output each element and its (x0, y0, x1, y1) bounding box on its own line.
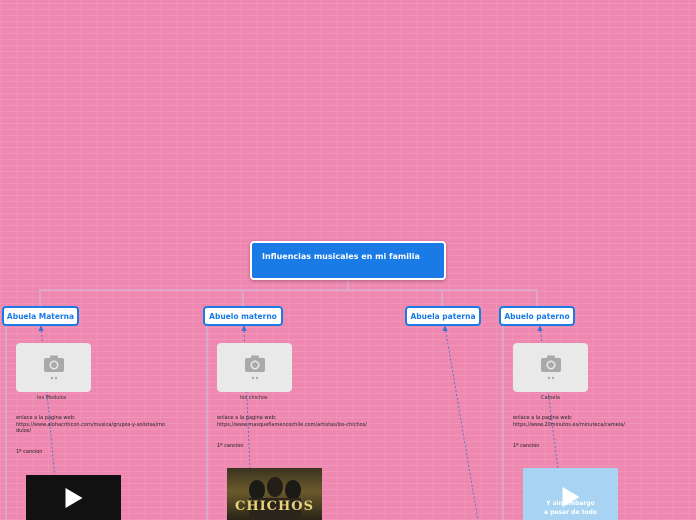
image-placeholder-camela[interactable] (513, 343, 588, 392)
topic-label: Abuelo paterno (504, 311, 570, 321)
topic-abuela-materna[interactable]: Abuela Materna (2, 306, 79, 326)
image-placeholder-modulos[interactable] (16, 343, 91, 392)
link-note: enlace a la pagina web: https://www.aloh… (16, 415, 166, 435)
link-url[interactable]: https://www.20minutos.es/minuteca/camela… (513, 422, 625, 429)
central-topic[interactable]: Influencias musicales en mi familia (250, 241, 446, 280)
topic-label: Abuelo materno (209, 311, 277, 321)
camera-icon (244, 355, 265, 379)
play-icon (562, 486, 579, 507)
topic-abuela-paterna[interactable]: Abuela paterna (405, 306, 481, 326)
image-caption: Camela (541, 395, 560, 401)
video-caption-line-2: a pesar de todo (543, 509, 598, 516)
video-thumbnail-modulos[interactable] (26, 475, 121, 520)
song-label: 1º cancion (513, 443, 540, 449)
album-cover-chichos[interactable]: CHICHOS (227, 468, 322, 520)
image-caption: los chichos (240, 395, 268, 401)
song-label: 1º cancion (217, 443, 244, 449)
video-thumbnail-camela[interactable]: Y sin embargo a pesar de todo (523, 468, 618, 520)
link-url[interactable]: https://www.masqueflamencochile.com/arti… (217, 422, 367, 429)
camera-icon (540, 355, 561, 379)
play-icon (65, 487, 82, 508)
image-placeholder-chichos[interactable] (217, 343, 292, 392)
song-label: 1º cancion (16, 449, 43, 455)
topic-label: Abuela paterna (410, 311, 476, 321)
link-url[interactable]: https://www.alohacriticon.com/musica/gru… (16, 422, 166, 435)
camera-icon (43, 355, 64, 379)
central-topic-title: Influencias musicales en mi familia (262, 252, 420, 261)
topic-label: Abuela Materna (6, 311, 75, 321)
album-title: CHICHOS (234, 499, 315, 514)
link-note: enlace a la pagina web: https://www.masq… (217, 415, 367, 428)
topic-abuelo-materno[interactable]: Abuelo materno (203, 306, 283, 326)
image-caption: los Modulos (37, 395, 67, 401)
topic-abuelo-paterno[interactable]: Abuelo paterno (499, 306, 575, 326)
link-note: enlace a la pagina web: https://www.20mi… (513, 415, 625, 428)
